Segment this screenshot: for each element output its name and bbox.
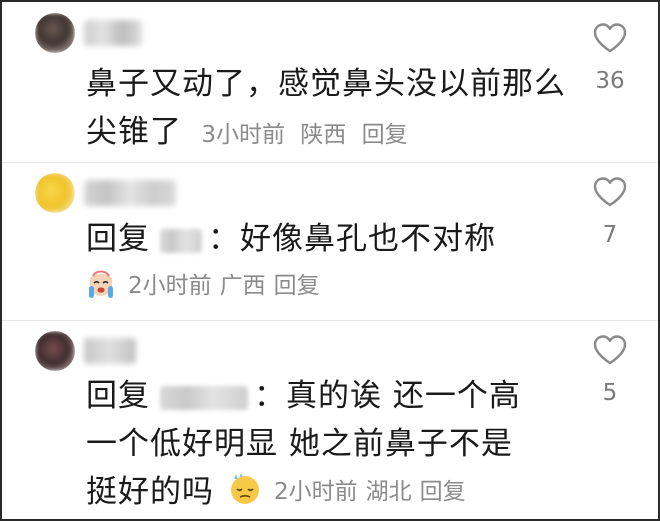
- avatar[interactable]: [35, 173, 75, 213]
- comment-location: 广西: [219, 273, 266, 299]
- comment-text-block: 回复 ：好像鼻孔也不对称: [86, 215, 566, 263]
- like-area: 7: [588, 176, 632, 248]
- reply-button[interactable]: 回复: [420, 472, 466, 506]
- username-blurred[interactable]: [84, 20, 142, 46]
- username-blurred[interactable]: [84, 338, 136, 364]
- comment-item: 回复 ：真的诶 还一个高一个低好明显 她之前鼻子不是挺好的吗 5 2小时前 湖北…: [2, 320, 658, 519]
- comment-location: 陕西: [300, 122, 347, 148]
- mentioned-user-blurred[interactable]: [160, 385, 248, 410]
- like-count: 5: [602, 380, 618, 406]
- comment-list: 鼻子又动了，感觉鼻头没以前那么尖锥了 3小时前 陕西 回复 36 回复 ：好像鼻孔…: [0, 0, 660, 521]
- like-count: 7: [602, 222, 618, 248]
- heart-icon[interactable]: [588, 176, 632, 208]
- reply-colon: ：: [208, 221, 240, 257]
- reply-prefix: 回复: [86, 378, 150, 414]
- mentioned-user-blurred[interactable]: [160, 228, 202, 253]
- avatar[interactable]: [35, 13, 75, 53]
- comment-item: 回复 ：好像鼻孔也不对称 2小时前 广西 回复 7: [2, 162, 658, 321]
- heart-icon[interactable]: [588, 334, 632, 366]
- reply-colon: ：: [254, 378, 286, 414]
- avatar[interactable]: [35, 331, 75, 371]
- comment-time: 2小时前: [128, 273, 212, 299]
- heart-icon[interactable]: [588, 22, 632, 54]
- reply-button[interactable]: 回复: [274, 266, 320, 300]
- like-area: 5: [588, 334, 632, 406]
- crying-face-icon: [84, 266, 118, 300]
- reply-button[interactable]: 回复: [362, 122, 408, 148]
- comment-location: 湖北: [365, 479, 412, 505]
- comment-text: 好像鼻孔也不对称: [240, 221, 496, 257]
- comment-text-block: 鼻子又动了，感觉鼻头没以前那么尖锥了 3小时前 陕西 回复: [86, 60, 566, 159]
- comment-time: 3小时前: [201, 122, 285, 148]
- comment-meta: 2小时前 广西 回复: [84, 266, 328, 300]
- like-count: 36: [595, 68, 625, 94]
- username-blurred[interactable]: [84, 180, 176, 206]
- comment-item: 鼻子又动了，感觉鼻头没以前那么尖锥了 3小时前 陕西 回复 36: [2, 2, 658, 163]
- like-area: 36: [588, 22, 632, 94]
- comment-time: 2小时前: [274, 479, 358, 505]
- sweat-face-icon: [228, 472, 262, 506]
- comment-meta: 2小时前 湖北 回复: [228, 472, 474, 506]
- reply-prefix: 回复: [86, 221, 150, 257]
